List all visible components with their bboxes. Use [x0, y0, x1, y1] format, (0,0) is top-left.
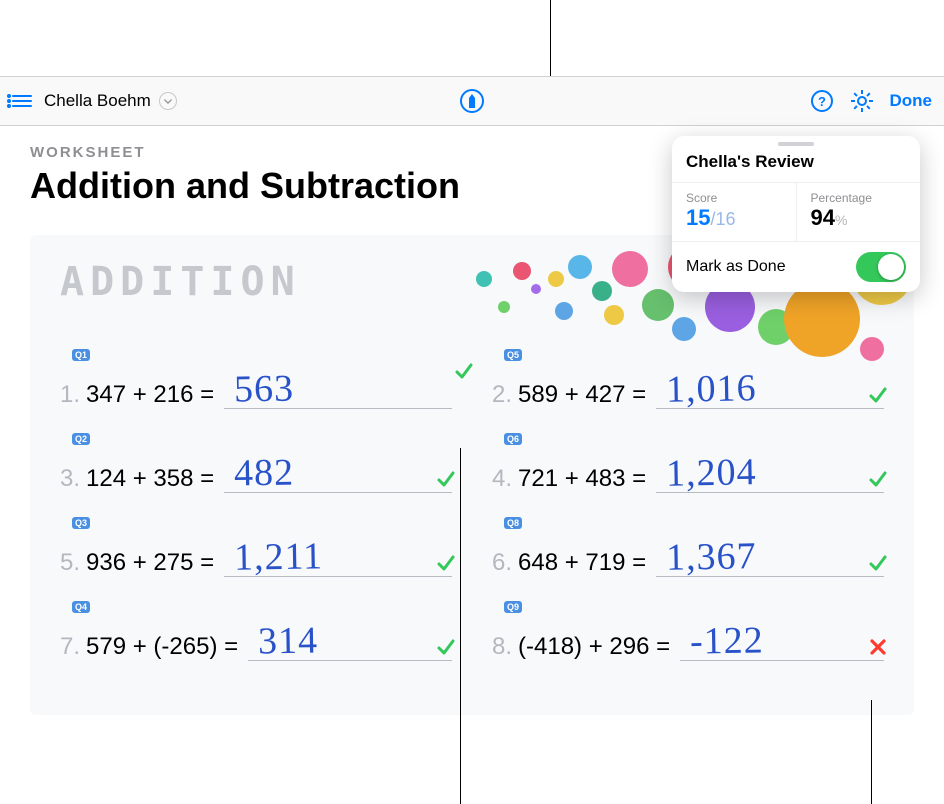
question-row[interactable]: Q23.124 + 358 =482: [60, 439, 452, 493]
chevron-down-icon[interactable]: [159, 92, 177, 110]
answer-field[interactable]: 1,016: [656, 369, 884, 409]
annotated-figure: Chella Boehm ? Done WORKSHEET Addition a…: [0, 0, 944, 804]
mark-as-done-toggle[interactable]: [856, 252, 906, 282]
answer-field[interactable]: 563: [224, 369, 452, 409]
question-expression: 936 + 275 =: [86, 549, 214, 577]
score-label: Score: [686, 191, 782, 205]
bubble: [758, 309, 794, 345]
question-row[interactable]: Q47.579 + (-265) =314: [60, 607, 452, 661]
question-expression: 579 + (-265) =: [86, 633, 238, 661]
review-panel[interactable]: Chella's Review Score 15/16 Percentage 9…: [672, 136, 920, 292]
question-badge: Q9: [504, 601, 522, 613]
percentage-metric: Percentage 94%: [796, 183, 921, 241]
question-badge: Q6: [504, 433, 522, 445]
svg-text:?: ?: [818, 94, 826, 109]
handwritten-answer: -122: [690, 618, 764, 663]
handwritten-answer: 1,211: [234, 534, 324, 580]
markup-icon[interactable]: [460, 89, 484, 113]
question-row[interactable]: Q52.589 + 427 =1,016: [492, 355, 884, 409]
mark-as-done-row: Mark as Done: [672, 241, 920, 292]
question-badge: Q5: [504, 349, 522, 361]
check-icon: [436, 468, 456, 488]
question-number: 2.: [492, 381, 512, 409]
percentage-label: Percentage: [811, 191, 907, 205]
check-icon: [436, 552, 456, 572]
question-number: 7.: [60, 633, 80, 661]
percentage-value: 94%: [811, 205, 848, 230]
bubble: [604, 305, 624, 325]
check-icon: [868, 384, 888, 404]
list-icon[interactable]: [12, 92, 36, 110]
handwritten-answer: 1,204: [666, 450, 757, 496]
question-badge: Q1: [72, 349, 90, 361]
question-number: 1.: [60, 381, 80, 409]
question-number: 3.: [60, 465, 80, 493]
score-value: 15/16: [686, 205, 736, 230]
answer-field[interactable]: 1,367: [656, 537, 884, 577]
question-number: 4.: [492, 465, 512, 493]
check-icon: [868, 468, 888, 488]
question-expression: 347 + 216 =: [86, 381, 214, 409]
question-row[interactable]: Q64.721 + 483 =1,204: [492, 439, 884, 493]
answer-field[interactable]: -122: [680, 621, 884, 661]
check-icon: [868, 552, 888, 572]
drag-handle[interactable]: [778, 142, 814, 146]
review-metrics: Score 15/16 Percentage 94%: [672, 182, 920, 241]
question-expression: 589 + 427 =: [518, 381, 646, 409]
question-row[interactable]: Q98.(-418) + 296 =-122: [492, 607, 884, 661]
section-addition: ADDITION Q11.347 + 216 =563Q52.589 + 427…: [30, 235, 914, 715]
answer-field[interactable]: 1,204: [656, 453, 884, 493]
question-row[interactable]: Q35.936 + 275 =1,211: [60, 523, 452, 577]
question-grid: Q11.347 + 216 =563Q52.589 + 427 =1,016Q2…: [60, 355, 884, 661]
handwritten-answer: 1,367: [666, 534, 757, 580]
handwritten-answer: 482: [234, 450, 295, 495]
handwritten-answer: 563: [234, 366, 295, 411]
help-icon[interactable]: ?: [810, 89, 834, 113]
handwritten-answer: 314: [258, 618, 319, 663]
check-icon: [436, 636, 456, 656]
question-expression: 721 + 483 =: [518, 465, 646, 493]
student-name[interactable]: Chella Boehm: [44, 91, 151, 111]
question-number: 8.: [492, 633, 512, 661]
question-number: 5.: [60, 549, 80, 577]
x-icon: [868, 636, 888, 656]
question-row[interactable]: Q86.648 + 719 =1,367: [492, 523, 884, 577]
score-metric: Score 15/16: [672, 183, 796, 241]
handwritten-answer: 1,016: [666, 366, 757, 412]
toolbar: Chella Boehm ? Done: [0, 76, 944, 126]
question-expression: 124 + 358 =: [86, 465, 214, 493]
review-title: Chella's Review: [672, 148, 920, 182]
answer-field[interactable]: 482: [224, 453, 452, 493]
callout-line-left: [460, 448, 461, 804]
answer-field[interactable]: 1,211: [224, 537, 452, 577]
gear-icon[interactable]: [850, 89, 874, 113]
question-expression: 648 + 719 =: [518, 549, 646, 577]
check-icon: [454, 360, 474, 380]
question-row[interactable]: Q11.347 + 216 =563: [60, 355, 452, 409]
question-badge: Q4: [72, 601, 90, 613]
callout-line-right: [871, 700, 872, 804]
question-number: 6.: [492, 549, 512, 577]
question-expression: (-418) + 296 =: [518, 633, 670, 661]
callout-line-top: [550, 0, 551, 76]
mark-as-done-label: Mark as Done: [686, 258, 786, 276]
question-badge: Q2: [72, 433, 90, 445]
question-badge: Q8: [504, 517, 522, 529]
answer-field[interactable]: 314: [248, 621, 452, 661]
question-badge: Q3: [72, 517, 90, 529]
bubble: [672, 317, 696, 341]
done-button[interactable]: Done: [890, 91, 933, 111]
